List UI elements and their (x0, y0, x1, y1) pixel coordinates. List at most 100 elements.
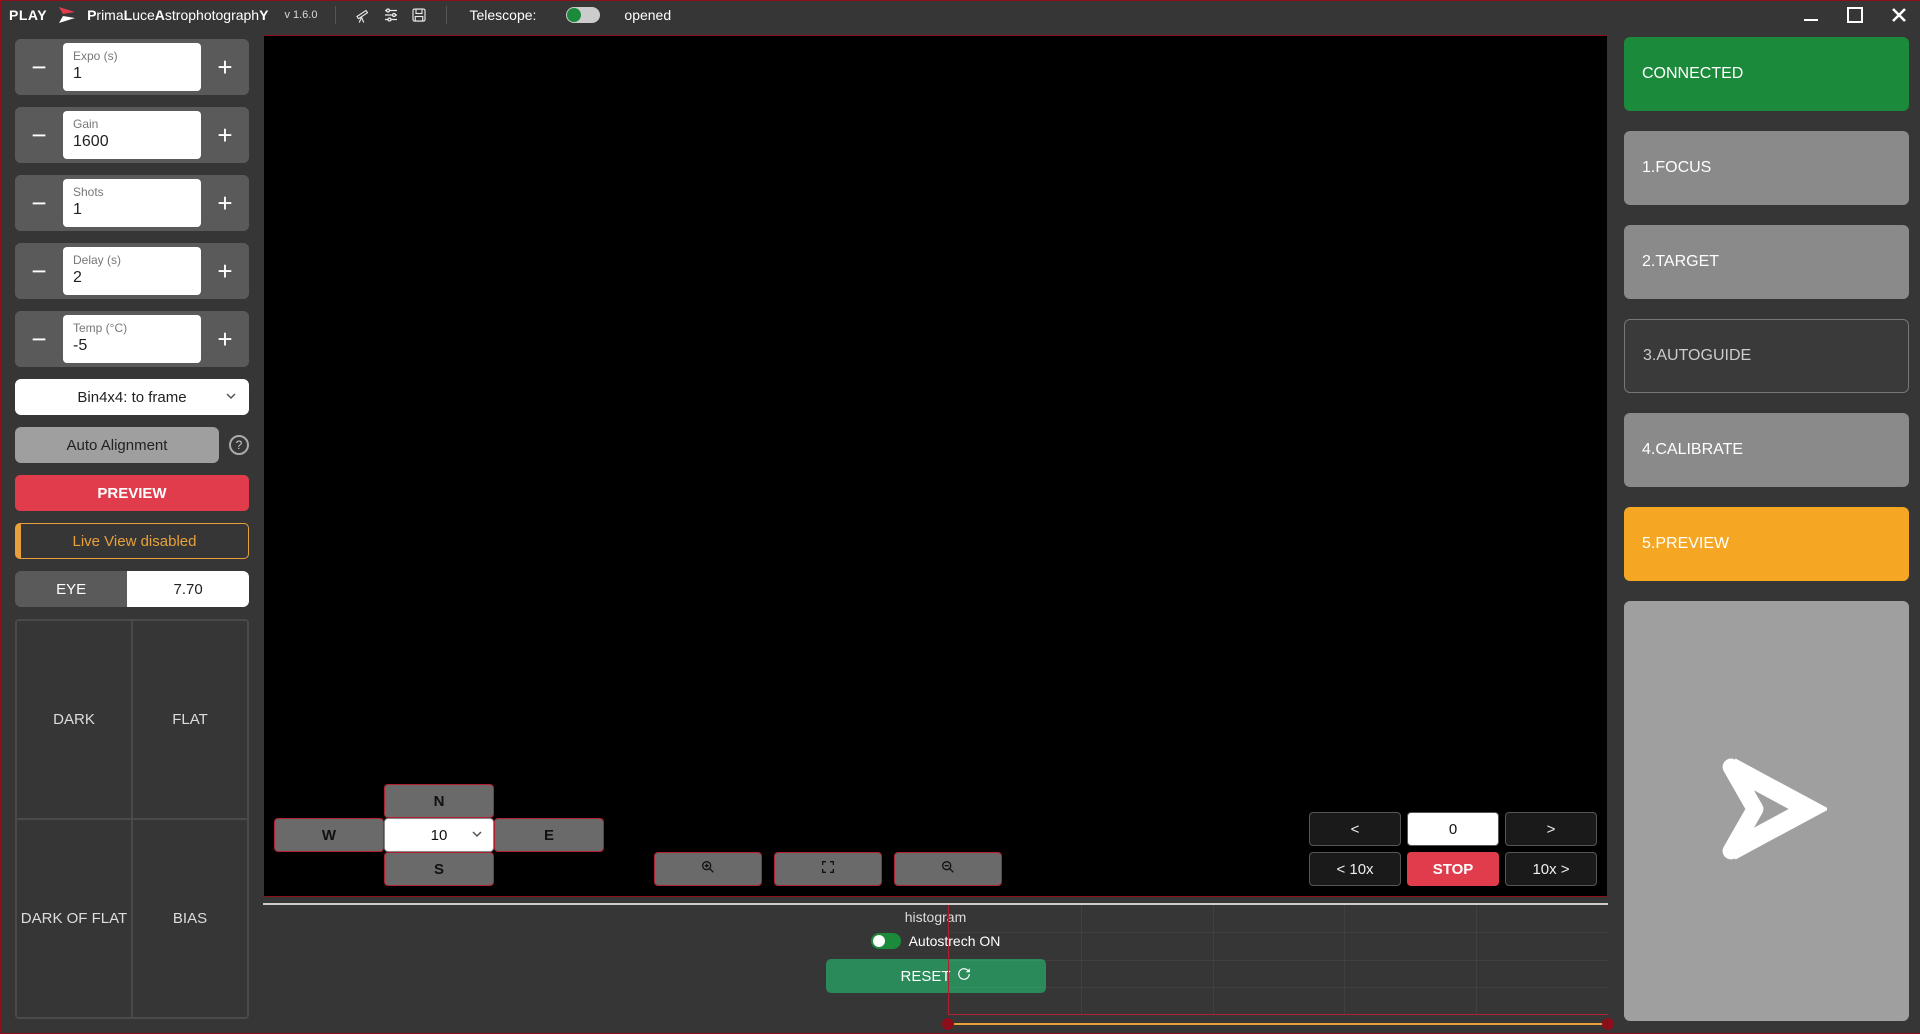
shots-label: Shots (73, 186, 191, 198)
image-viewport[interactable]: N W 10 E S (263, 35, 1608, 897)
temp-stepper: − Temp (°C) -5 + (15, 311, 249, 367)
shots-decrement-button[interactable]: − (15, 175, 63, 231)
shots-value: 1 (73, 200, 191, 219)
eye-button[interactable]: EYE (15, 571, 127, 607)
auto-alignment-button[interactable]: Auto Alignment (15, 427, 219, 463)
temp-increment-button[interactable]: + (201, 311, 249, 367)
rate-stop-button[interactable]: STOP (1407, 852, 1499, 886)
temp-value: -5 (73, 336, 191, 355)
frame-darkflat-button[interactable]: DARK OF FLAT (16, 819, 132, 1018)
slider-handle-high[interactable] (1602, 1018, 1614, 1030)
temp-decrement-button[interactable]: − (15, 311, 63, 367)
separator (335, 6, 336, 24)
center-panel: N W 10 E S (263, 29, 1614, 1033)
frame-type-grid: DARK FLAT DARK OF FLAT BIAS (15, 619, 249, 1019)
delay-stepper: − Delay (s) 2 + (15, 243, 249, 299)
step-calibrate-button[interactable]: 4.CALIBRATE (1624, 413, 1909, 487)
nav-north-button[interactable]: N (384, 784, 494, 818)
zoom-in-button[interactable] (654, 852, 762, 886)
frame-flat-button[interactable]: FLAT (132, 620, 248, 819)
frame-bias-button[interactable]: BIAS (132, 819, 248, 1018)
liveview-label: Live View disabled (73, 533, 197, 550)
zoom-fit-button[interactable] (774, 852, 882, 886)
expo-decrement-button[interactable]: − (15, 39, 63, 95)
chevron-down-icon (225, 389, 237, 406)
window-close-icon[interactable] (1887, 3, 1911, 27)
start-sequence-button[interactable] (1624, 601, 1909, 1021)
nav-speed-value: 10 (431, 827, 448, 844)
eye-row: EYE 7.70 (15, 571, 249, 607)
rate-right-button[interactable]: > (1505, 812, 1597, 846)
liveview-status[interactable]: Live View disabled (15, 523, 249, 559)
zoom-out-button[interactable] (894, 852, 1002, 886)
help-icon[interactable]: ? (229, 435, 249, 455)
delay-increment-button[interactable]: + (201, 243, 249, 299)
rate-value[interactable]: 0 (1407, 812, 1499, 846)
save-disk-icon[interactable] (410, 6, 428, 24)
gain-label: Gain (73, 118, 191, 130)
connected-status-button[interactable]: CONNECTED (1624, 37, 1909, 111)
right-panel: CONNECTED 1.FOCUS 2.TARGET 3.AUTOGUIDE 4… (1614, 29, 1919, 1033)
histogram-range-slider[interactable] (948, 1017, 1608, 1031)
zoom-in-icon (700, 859, 716, 880)
zoom-out-icon (940, 859, 956, 880)
binning-value: Bin4x4: to frame (77, 389, 186, 406)
shots-stepper: − Shots 1 + (15, 175, 249, 231)
rate-pad: < 0 > < 10x STOP 10x > (1309, 812, 1597, 886)
shots-increment-button[interactable]: + (201, 175, 249, 231)
nav-speed-select[interactable]: 10 (384, 818, 494, 852)
delay-field[interactable]: Delay (s) 2 (63, 247, 201, 295)
auto-alignment-row: Auto Alignment ? (15, 427, 249, 463)
separator (446, 6, 447, 24)
rate-right10-button[interactable]: 10x > (1505, 852, 1597, 886)
expo-stepper: − Expo (s) 1 + (15, 39, 249, 95)
eye-value[interactable]: 7.70 (127, 571, 249, 607)
window-minimize-icon[interactable] (1799, 3, 1823, 27)
expo-label: Expo (s) (73, 50, 191, 62)
gain-stepper: − Gain 1600 + (15, 107, 249, 163)
telescope-label: Telescope: (469, 7, 536, 23)
nav-east-button[interactable]: E (494, 818, 604, 852)
chevron-down-icon (471, 827, 483, 844)
reset-label: RESET (900, 968, 950, 985)
gain-field[interactable]: Gain 1600 (63, 111, 201, 159)
nav-overlay: N W 10 E S (274, 784, 1597, 886)
delay-value: 2 (73, 268, 191, 287)
zoom-row (654, 852, 1002, 886)
left-panel: − Expo (s) 1 + − Gain 1600 + − Shots 1 +… (1, 29, 263, 1033)
slider-handle-low[interactable] (942, 1018, 954, 1030)
fullscreen-icon (820, 859, 836, 880)
app-logo-icon (57, 5, 77, 25)
settings-sliders-icon[interactable] (382, 6, 400, 24)
gain-value: 1600 (73, 132, 191, 151)
telescope-status: opened (624, 7, 671, 23)
expo-field[interactable]: Expo (s) 1 (63, 43, 201, 91)
temp-field[interactable]: Temp (°C) -5 (63, 315, 201, 363)
step-focus-button[interactable]: 1.FOCUS (1624, 131, 1909, 205)
nav-south-button[interactable]: S (384, 852, 494, 886)
shots-field[interactable]: Shots 1 (63, 179, 201, 227)
app-play-label: PLAY (9, 7, 47, 23)
temp-label: Temp (°C) (73, 322, 191, 334)
binning-select[interactable]: Bin4x4: to frame (15, 379, 249, 415)
step-preview-button[interactable]: 5.PREVIEW (1624, 507, 1909, 581)
preview-button[interactable]: PREVIEW (15, 475, 249, 511)
autostretch-toggle[interactable] (871, 933, 901, 949)
delay-decrement-button[interactable]: − (15, 243, 63, 299)
gain-increment-button[interactable]: + (201, 107, 249, 163)
telescope-icon[interactable] (354, 6, 372, 24)
nav-west-button[interactable]: W (274, 818, 384, 852)
app-brand: PrimaLuceAstrophotographY (87, 7, 268, 23)
step-target-button[interactable]: 2.TARGET (1624, 225, 1909, 299)
step-autoguide-button[interactable]: 3.AUTOGUIDE (1624, 319, 1909, 393)
expo-value: 1 (73, 64, 191, 83)
expo-increment-button[interactable]: + (201, 39, 249, 95)
rate-left-button[interactable]: < (1309, 812, 1401, 846)
window-maximize-icon[interactable] (1843, 3, 1867, 27)
app-version: v 1.6.0 (284, 9, 317, 21)
rate-left10-button[interactable]: < 10x (1309, 852, 1401, 886)
histogram-panel: histogram Autostrech ON RESET (263, 903, 1608, 1033)
gain-decrement-button[interactable]: − (15, 107, 63, 163)
telescope-toggle[interactable] (566, 7, 600, 23)
frame-dark-button[interactable]: DARK (16, 620, 132, 819)
